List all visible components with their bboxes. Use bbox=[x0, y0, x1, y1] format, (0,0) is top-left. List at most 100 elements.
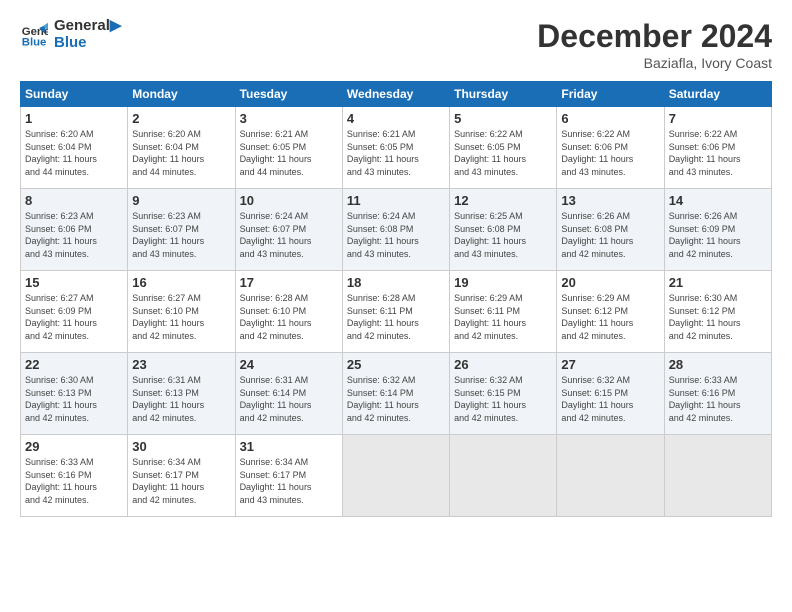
day-number: 16 bbox=[132, 275, 230, 290]
col-monday: Monday bbox=[128, 82, 235, 107]
calendar-cell: 21 Sunrise: 6:30 AM Sunset: 6:12 PM Dayli… bbox=[664, 271, 771, 353]
day-number: 8 bbox=[25, 193, 123, 208]
day-info: Sunrise: 6:32 AM Sunset: 6:14 PM Dayligh… bbox=[347, 374, 445, 424]
week-row-5: 29 Sunrise: 6:33 AM Sunset: 6:16 PM Dayli… bbox=[21, 435, 772, 517]
calendar-cell: 27Sunrise: 6:32 AM Sunset: 6:15 PM Dayli… bbox=[557, 353, 664, 435]
day-number: 6 bbox=[561, 111, 659, 126]
day-info: Sunrise: 6:30 AM Sunset: 6:12 PM Dayligh… bbox=[669, 292, 767, 342]
day-number: 13 bbox=[561, 193, 659, 208]
logo: General Blue General▶ Blue bbox=[20, 18, 121, 51]
day-info: Sunrise: 6:22 AM Sunset: 6:06 PM Dayligh… bbox=[561, 128, 659, 178]
calendar-cell: 4Sunrise: 6:21 AM Sunset: 6:05 PM Daylig… bbox=[342, 107, 449, 189]
col-thursday: Thursday bbox=[450, 82, 557, 107]
day-info: Sunrise: 6:20 AM Sunset: 6:04 PM Dayligh… bbox=[132, 128, 230, 178]
day-info: Sunrise: 6:29 AM Sunset: 6:11 PM Dayligh… bbox=[454, 292, 552, 342]
day-info: Sunrise: 6:20 AM Sunset: 6:04 PM Dayligh… bbox=[25, 128, 123, 178]
day-info: Sunrise: 6:21 AM Sunset: 6:05 PM Dayligh… bbox=[240, 128, 338, 178]
calendar-cell: 12 Sunrise: 6:25 AM Sunset: 6:08 PM Dayli… bbox=[450, 189, 557, 271]
day-info: Sunrise: 6:32 AM Sunset: 6:15 PM Dayligh… bbox=[561, 374, 659, 424]
calendar-cell: 3 Sunrise: 6:21 AM Sunset: 6:05 PM Daylig… bbox=[235, 107, 342, 189]
day-number: 1 bbox=[25, 111, 123, 126]
week-row-1: 1 Sunrise: 6:20 AM Sunset: 6:04 PM Daylig… bbox=[21, 107, 772, 189]
logo-line2: Blue bbox=[54, 35, 121, 52]
calendar-cell: 16 Sunrise: 6:27 AM Sunset: 6:10 PM Dayli… bbox=[128, 271, 235, 353]
day-number: 7 bbox=[669, 111, 767, 126]
calendar-cell: 1 Sunrise: 6:20 AM Sunset: 6:04 PM Daylig… bbox=[21, 107, 128, 189]
day-info: Sunrise: 6:23 AM Sunset: 6:07 PM Dayligh… bbox=[132, 210, 230, 260]
month-title: December 2024 bbox=[537, 18, 772, 55]
calendar-cell: 18 Sunrise: 6:28 AM Sunset: 6:11 PM Dayli… bbox=[342, 271, 449, 353]
calendar-cell: 31Sunrise: 6:34 AM Sunset: 6:17 PM Dayli… bbox=[235, 435, 342, 517]
day-number: 14 bbox=[669, 193, 767, 208]
day-info: Sunrise: 6:24 AM Sunset: 6:08 PM Dayligh… bbox=[347, 210, 445, 260]
day-number: 21 bbox=[669, 275, 767, 290]
day-number: 25 bbox=[347, 357, 445, 372]
calendar-cell bbox=[342, 435, 449, 517]
location: Baziafla, Ivory Coast bbox=[537, 55, 772, 71]
day-info: Sunrise: 6:21 AM Sunset: 6:05 PM Dayligh… bbox=[347, 128, 445, 178]
day-info: Sunrise: 6:27 AM Sunset: 6:10 PM Dayligh… bbox=[132, 292, 230, 342]
week-row-2: 8 Sunrise: 6:23 AM Sunset: 6:06 PM Daylig… bbox=[21, 189, 772, 271]
day-number: 28 bbox=[669, 357, 767, 372]
col-sunday: Sunday bbox=[21, 82, 128, 107]
day-info: Sunrise: 6:29 AM Sunset: 6:12 PM Dayligh… bbox=[561, 292, 659, 342]
calendar-cell: 7 Sunrise: 6:22 AM Sunset: 6:06 PM Daylig… bbox=[664, 107, 771, 189]
calendar-cell: 25 Sunrise: 6:32 AM Sunset: 6:14 PM Dayli… bbox=[342, 353, 449, 435]
calendar-cell: 24 Sunrise: 6:31 AM Sunset: 6:14 PM Dayli… bbox=[235, 353, 342, 435]
day-number: 3 bbox=[240, 111, 338, 126]
day-number: 30 bbox=[132, 439, 230, 454]
col-saturday: Saturday bbox=[664, 82, 771, 107]
calendar-page: General Blue General▶ Blue December 2024… bbox=[0, 0, 792, 612]
calendar-cell: 23 Sunrise: 6:31 AM Sunset: 6:13 PM Dayli… bbox=[128, 353, 235, 435]
week-row-4: 22Sunrise: 6:30 AM Sunset: 6:13 PM Dayli… bbox=[21, 353, 772, 435]
day-number: 19 bbox=[454, 275, 552, 290]
day-info: Sunrise: 6:32 AM Sunset: 6:15 PM Dayligh… bbox=[454, 374, 552, 424]
day-info: Sunrise: 6:23 AM Sunset: 6:06 PM Dayligh… bbox=[25, 210, 123, 260]
calendar-cell: 14 Sunrise: 6:26 AM Sunset: 6:09 PM Dayli… bbox=[664, 189, 771, 271]
day-number: 2 bbox=[132, 111, 230, 126]
day-info: Sunrise: 6:22 AM Sunset: 6:06 PM Dayligh… bbox=[669, 128, 767, 178]
day-number: 29 bbox=[25, 439, 123, 454]
calendar-cell: 19 Sunrise: 6:29 AM Sunset: 6:11 PM Dayli… bbox=[450, 271, 557, 353]
calendar-cell: 9 Sunrise: 6:23 AM Sunset: 6:07 PM Daylig… bbox=[128, 189, 235, 271]
logo-line1: General▶ bbox=[54, 18, 121, 35]
col-tuesday: Tuesday bbox=[235, 82, 342, 107]
day-info: Sunrise: 6:27 AM Sunset: 6:09 PM Dayligh… bbox=[25, 292, 123, 342]
day-info: Sunrise: 6:26 AM Sunset: 6:09 PM Dayligh… bbox=[669, 210, 767, 260]
calendar-cell: 30 Sunrise: 6:34 AM Sunset: 6:17 PM Dayli… bbox=[128, 435, 235, 517]
day-number: 22 bbox=[25, 357, 123, 372]
calendar-cell: 26 Sunrise: 6:32 AM Sunset: 6:15 PM Dayli… bbox=[450, 353, 557, 435]
logo-icon: General Blue bbox=[20, 21, 48, 49]
day-number: 11 bbox=[347, 193, 445, 208]
day-number: 10 bbox=[240, 193, 338, 208]
day-info: Sunrise: 6:25 AM Sunset: 6:08 PM Dayligh… bbox=[454, 210, 552, 260]
calendar-cell: 22Sunrise: 6:30 AM Sunset: 6:13 PM Dayli… bbox=[21, 353, 128, 435]
day-info: Sunrise: 6:34 AM Sunset: 6:17 PM Dayligh… bbox=[132, 456, 230, 506]
calendar-cell bbox=[557, 435, 664, 517]
day-number: 9 bbox=[132, 193, 230, 208]
day-number: 18 bbox=[347, 275, 445, 290]
day-number: 23 bbox=[132, 357, 230, 372]
day-info: Sunrise: 6:22 AM Sunset: 6:05 PM Dayligh… bbox=[454, 128, 552, 178]
day-info: Sunrise: 6:33 AM Sunset: 6:16 PM Dayligh… bbox=[25, 456, 123, 506]
day-info: Sunrise: 6:31 AM Sunset: 6:13 PM Dayligh… bbox=[132, 374, 230, 424]
day-number: 12 bbox=[454, 193, 552, 208]
day-info: Sunrise: 6:31 AM Sunset: 6:14 PM Dayligh… bbox=[240, 374, 338, 424]
calendar-cell: 8 Sunrise: 6:23 AM Sunset: 6:06 PM Daylig… bbox=[21, 189, 128, 271]
col-wednesday: Wednesday bbox=[342, 82, 449, 107]
calendar-cell: 15Sunrise: 6:27 AM Sunset: 6:09 PM Dayli… bbox=[21, 271, 128, 353]
calendar-cell bbox=[450, 435, 557, 517]
calendar-cell: 11 Sunrise: 6:24 AM Sunset: 6:08 PM Dayli… bbox=[342, 189, 449, 271]
calendar-cell: 5Sunrise: 6:22 AM Sunset: 6:05 PM Daylig… bbox=[450, 107, 557, 189]
day-info: Sunrise: 6:28 AM Sunset: 6:11 PM Dayligh… bbox=[347, 292, 445, 342]
week-row-3: 15Sunrise: 6:27 AM Sunset: 6:09 PM Dayli… bbox=[21, 271, 772, 353]
day-info: Sunrise: 6:26 AM Sunset: 6:08 PM Dayligh… bbox=[561, 210, 659, 260]
calendar-cell: 17Sunrise: 6:28 AM Sunset: 6:10 PM Dayli… bbox=[235, 271, 342, 353]
day-number: 20 bbox=[561, 275, 659, 290]
day-number: 31 bbox=[240, 439, 338, 454]
title-block: December 2024 Baziafla, Ivory Coast bbox=[537, 18, 772, 71]
col-friday: Friday bbox=[557, 82, 664, 107]
day-number: 26 bbox=[454, 357, 552, 372]
day-number: 24 bbox=[240, 357, 338, 372]
calendar-table: Sunday Monday Tuesday Wednesday Thursday… bbox=[20, 81, 772, 517]
